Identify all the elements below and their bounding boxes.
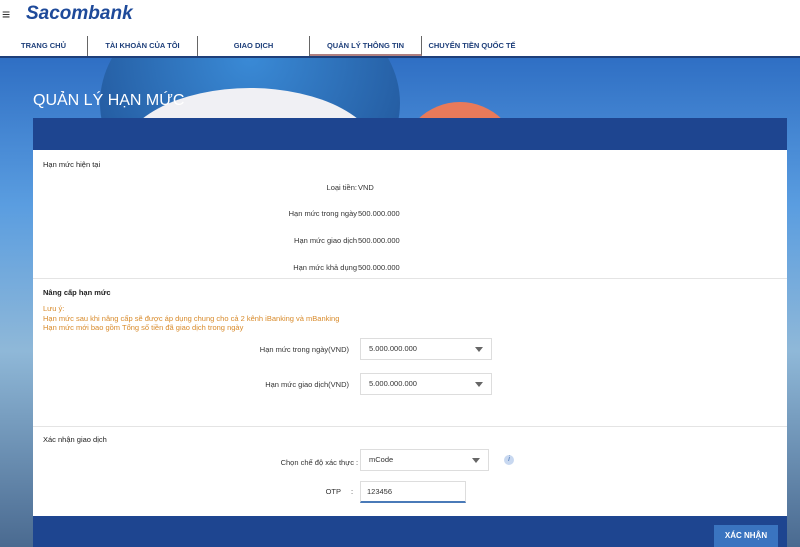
tab-home[interactable]: TRANG CHỦ bbox=[0, 36, 88, 56]
sacombank-logo[interactable]: Sacombank bbox=[26, 3, 133, 25]
currency-label: Loại tiền: bbox=[326, 183, 357, 192]
upgrade-heading: Nâng cấp hạn mức bbox=[43, 288, 111, 297]
panel-header-bar bbox=[33, 118, 787, 150]
info-icon[interactable]: i bbox=[504, 455, 514, 465]
limit-panel: Hạn mức hiện tại Loại tiền: VND Hạn mức t… bbox=[33, 150, 787, 516]
new-txn-limit-label: Hạn mức giao dịch(VND) bbox=[265, 380, 349, 389]
tab-transactions[interactable]: GIAO DỊCH bbox=[198, 36, 310, 56]
selected-value: 5.000.000.000 bbox=[369, 344, 417, 353]
divider bbox=[33, 426, 787, 427]
colon: : bbox=[351, 487, 354, 496]
current-limit-heading: Hạn mức hiện tại bbox=[43, 160, 101, 169]
note-line: Hạn mức sau khi nâng cấp sẽ được áp dụng… bbox=[43, 313, 340, 323]
tab-my-account[interactable]: TÀI KHOẢN CỦA TÔI bbox=[88, 36, 198, 56]
auth-mode-select[interactable]: mCode bbox=[360, 449, 489, 471]
main-nav: TRANG CHỦ TÀI KHOẢN CỦA TÔI GIAO DỊCH QU… bbox=[0, 36, 800, 58]
chevron-down-icon bbox=[472, 458, 480, 463]
selected-value: 5.000.000.000 bbox=[369, 379, 417, 388]
daily-limit-select[interactable]: 5.000.000.000 bbox=[360, 338, 492, 360]
otp-label: OTP bbox=[325, 487, 341, 496]
daily-limit-value: 500.000.000 bbox=[358, 209, 400, 218]
menu-icon[interactable]: ≡ bbox=[2, 6, 10, 22]
divider bbox=[33, 278, 787, 279]
upgrade-notes: Lưu ý: Hạn mức sau khi nâng cấp sẽ được … bbox=[43, 304, 339, 333]
note-line: Hạn mức mới bao gồm Tổng số tiền đã giao… bbox=[43, 323, 244, 332]
chevron-down-icon bbox=[475, 347, 483, 352]
note-line: Lưu ý: bbox=[43, 304, 65, 313]
header: ≡ Sacombank bbox=[0, 0, 800, 36]
available-limit-label: Hạn mức khả dụng bbox=[293, 263, 357, 272]
txn-limit-label: Hạn mức giao dịch bbox=[294, 236, 357, 245]
currency-value: VND bbox=[358, 183, 374, 192]
daily-limit-label: Hạn mức trong ngày bbox=[288, 209, 357, 218]
panel-footer-bar bbox=[33, 516, 787, 547]
new-daily-limit-label: Hạn mức trong ngày(VND) bbox=[259, 345, 349, 354]
auth-mode-label: Chọn chế độ xác thực bbox=[280, 458, 354, 467]
available-limit-value: 500.000.000 bbox=[358, 263, 400, 272]
chevron-down-icon bbox=[475, 382, 483, 387]
txn-limit-select[interactable]: 5.000.000.000 bbox=[360, 373, 492, 395]
tab-manage-info[interactable]: QUẢN LÝ THÔNG TIN bbox=[310, 36, 422, 56]
confirm-button[interactable]: XÁC NHẬN bbox=[714, 525, 778, 547]
txn-limit-value: 500.000.000 bbox=[358, 236, 400, 245]
page-title: QUẢN LÝ HẠN MỨC bbox=[33, 92, 185, 109]
tab-international-transfer[interactable]: CHUYỂN TIỀN QUỐC TẾ bbox=[422, 36, 522, 56]
confirm-heading: Xác nhận giao dịch bbox=[43, 435, 107, 444]
otp-input[interactable]: 123456 bbox=[360, 481, 466, 503]
selected-value: mCode bbox=[369, 455, 394, 464]
colon: : bbox=[356, 458, 359, 467]
